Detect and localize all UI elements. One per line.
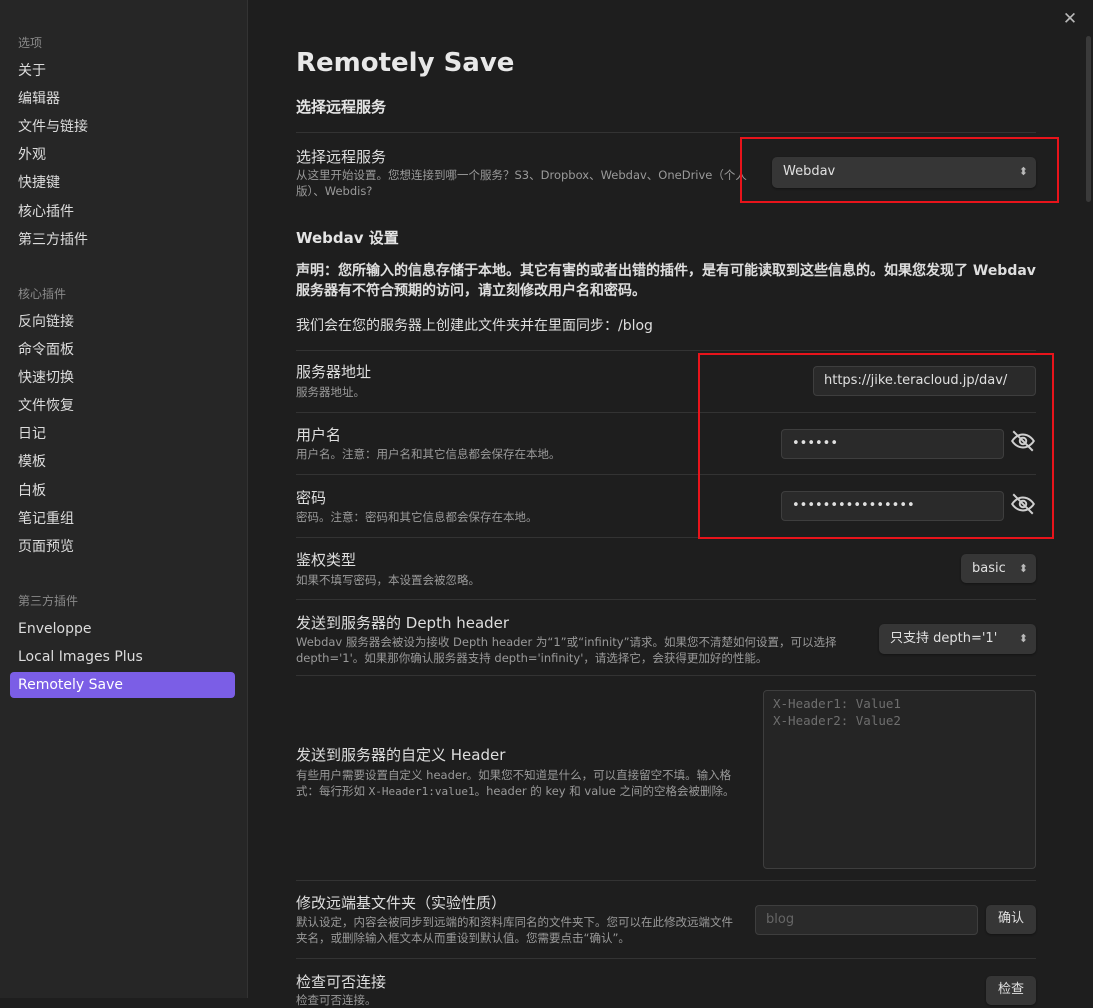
sidebar-item-canvas[interactable]: 白板 — [10, 478, 235, 504]
folder-info: 我们会在您的服务器上创建此文件夹并在里面同步：/blog — [296, 318, 653, 334]
setting-desc-service: 从这里开始设置。您想连接到哪一个服务？S3、Dropbox、Webdav、One… — [296, 168, 747, 198]
sidebar-item-community-plugins[interactable]: 第三方插件 — [10, 227, 235, 253]
setting-name-auth: 鉴权类型 — [296, 551, 357, 569]
divider — [296, 880, 1036, 881]
scrollbar-thumb[interactable] — [1086, 36, 1091, 202]
setting-desc-custom-header: 有些用户需要设置自定义 header。如果您不知道是什么，可以直接留空不填。输入… — [296, 768, 735, 798]
setting-desc-depth: Webdav 服务器会被设为接收 Depth header 为“1”或“infi… — [296, 635, 837, 665]
confirm-button[interactable]: 确认 — [986, 905, 1036, 934]
sidebar-item-note-composer[interactable]: 笔记重组 — [10, 506, 235, 532]
setting-desc-auth: 如果不填写密码，本设置会被忽略。 — [296, 573, 480, 587]
setting-name-check: 检查可否连接 — [296, 973, 387, 991]
sidebar-item-files-links[interactable]: 文件与链接 — [10, 114, 235, 140]
setting-name-password: 密码 — [296, 489, 327, 507]
sidebar-item-templates[interactable]: 模板 — [10, 449, 235, 475]
setting-desc-username: 用户名。注意：用户名和其它信息都会保存在本地。 — [296, 447, 561, 461]
highlight-box — [740, 137, 1059, 203]
divider — [296, 675, 1036, 676]
divider — [296, 132, 1036, 133]
depth-header-value: 只支持 depth='1' — [890, 631, 998, 646]
setting-name-custom-header: 发送到服务器的自定义 Header — [296, 746, 506, 764]
setting-desc-check: 检查可否连接。 — [296, 993, 377, 1007]
sidebar-item-remotely-save[interactable]: Remotely Save — [10, 672, 235, 698]
chevron-updown-icon: ⬍ — [1018, 562, 1028, 575]
sidebar-item-hotkeys[interactable]: 快捷键 — [10, 170, 235, 196]
chevron-updown-icon: ⬍ — [1018, 632, 1028, 645]
custom-header-textarea[interactable]: X-Header1: Value1 X-Header2: Value2 — [763, 690, 1036, 869]
sidebar-item-backlinks[interactable]: 反向链接 — [10, 309, 235, 335]
divider — [296, 350, 1036, 351]
sidebar-item-quick-switcher[interactable]: 快速切换 — [10, 365, 235, 391]
sidebar-item-enveloppe[interactable]: Enveloppe — [10, 616, 235, 642]
sidebar-group-core: 核心插件 — [18, 287, 67, 301]
page-title: Remotely Save — [296, 48, 515, 78]
sidebar-item-about[interactable]: 关于 — [10, 58, 235, 84]
header-format-code: X-Header1:value1 — [368, 785, 475, 798]
depth-header-dropdown[interactable]: 只支持 depth='1' ⬍ — [879, 624, 1036, 654]
security-notice: 声明：您所输入的信息存储于本地。其它有害的或者出错的插件，是有可能读取到这些信息… — [296, 263, 1036, 299]
setting-name-username: 用户名 — [296, 426, 342, 444]
setting-name-base-dir: 修改远端基文件夹（实验性质） — [296, 894, 507, 912]
check-button[interactable]: 检查 — [986, 976, 1036, 1005]
section-heading-remote: 选择远程服务 — [296, 98, 387, 116]
scrollbar[interactable] — [1085, 0, 1093, 998]
sidebar-item-file-recovery[interactable]: 文件恢复 — [10, 393, 235, 419]
base-dir-input[interactable]: blog — [755, 905, 978, 935]
setting-desc-server: 服务器地址。 — [296, 385, 365, 399]
close-icon[interactable]: ✕ — [1061, 10, 1079, 28]
divider — [296, 958, 1036, 959]
sidebar-group-options: 选项 — [18, 36, 43, 50]
setting-desc-password: 密码。注意：密码和其它信息都会保存在本地。 — [296, 510, 538, 524]
sidebar-item-local-images-plus[interactable]: Local Images Plus — [10, 644, 235, 670]
highlight-box — [698, 353, 1054, 539]
settings-sidebar: 选项 关于 编辑器 文件与链接 外观 快捷键 核心插件 第三方插件 核心插件 反… — [0, 0, 248, 998]
setting-desc-base-dir: 默认设定，内容会被同步到远端的和资料库同名的文件夹下。您可以在此修改远端文件夹名… — [296, 915, 733, 945]
sidebar-item-page-preview[interactable]: 页面预览 — [10, 534, 235, 560]
sidebar-item-command-palette[interactable]: 命令面板 — [10, 337, 235, 363]
webdav-settings-heading: Webdav 设置 — [296, 229, 399, 247]
sidebar-item-core-plugins[interactable]: 核心插件 — [10, 199, 235, 225]
sidebar-item-daily-notes[interactable]: 日记 — [10, 421, 235, 447]
setting-name-depth: 发送到服务器的 Depth header — [296, 614, 510, 632]
sidebar-item-appearance[interactable]: 外观 — [10, 142, 235, 168]
sidebar-item-editor[interactable]: 编辑器 — [10, 86, 235, 112]
auth-type-value: basic — [972, 561, 1006, 576]
setting-name-service: 选择远程服务 — [296, 148, 387, 166]
auth-type-dropdown[interactable]: basic ⬍ — [961, 554, 1036, 583]
setting-name-server: 服务器地址 — [296, 363, 372, 381]
sidebar-group-third: 第三方插件 — [18, 594, 79, 608]
divider — [296, 599, 1036, 600]
